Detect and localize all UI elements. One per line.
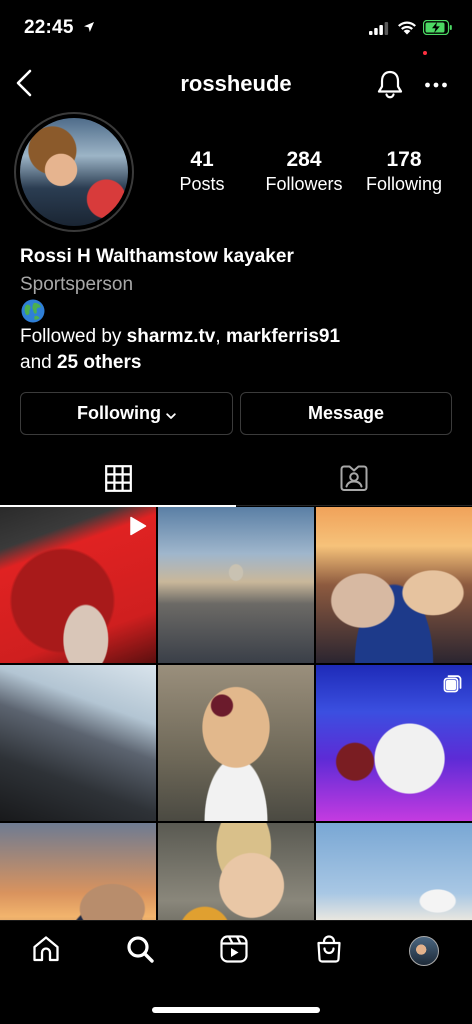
post-thumbnail[interactable] [158,823,314,920]
search-icon [125,934,155,969]
message-button-label: Message [307,403,385,423]
grid-icon [104,464,132,497]
profile-avatar[interactable] [20,118,128,226]
following-count: 178 [386,148,422,171]
profile-content-tabs [0,455,472,507]
battery-charging-icon [422,19,453,40]
followed-by-separator: , [215,326,226,347]
posts-label: Posts [179,174,225,194]
tab-tagged[interactable] [236,455,472,506]
followers-label: Followers [265,174,343,194]
shop-icon [314,934,344,969]
post-thumbnail[interactable] [158,507,314,663]
bell-icon[interactable] [374,68,406,105]
stat-posts[interactable]: 41 Posts [170,148,234,195]
top-nav-bar: rossheude [0,62,472,106]
followed-by-text[interactable]: Followed by sharmz.tv, markferris91 and 2… [20,324,460,376]
message-button[interactable]: Message [240,392,452,435]
post-thumbnail[interactable] [0,823,156,920]
mutual-follower-2[interactable]: markferris91 [226,326,340,347]
location-arrow-icon [83,20,95,38]
following-label: Following [365,174,443,194]
profile-category: Sportsperson [20,274,134,295]
stat-following[interactable]: 178 Following [358,148,450,195]
following-button-label: Following [77,403,161,423]
home-indicator [152,1007,320,1013]
status-bar: 22:45 [0,0,472,58]
tab-home[interactable] [30,935,62,967]
post-thumbnail[interactable] [0,507,156,663]
wifi-icon [397,20,417,40]
profile-display-name: Rossi H Walthamstow kayaker [20,246,294,267]
post-thumbnail[interactable] [316,823,472,920]
post-thumbnail[interactable] [316,507,472,663]
stat-followers[interactable]: 284 Followers [258,148,350,195]
post-thumbnail[interactable] [316,665,472,821]
followed-by-prefix: Followed by [20,326,127,347]
posts-count: 41 [190,148,214,171]
notification-dot [423,51,427,55]
status-time: 22:45 [24,17,74,38]
tab-reels[interactable] [218,934,250,969]
tab-posts-grid[interactable] [0,455,236,507]
home-icon [31,934,61,969]
mutual-follower-1[interactable]: sharmz.tv [127,326,216,347]
more-options-icon[interactable] [424,76,448,94]
post-thumbnail[interactable] [158,665,314,821]
play-icon [126,515,148,542]
tab-profile[interactable] [408,935,440,967]
profile-avatar-small [409,936,439,966]
tab-search[interactable] [124,935,156,967]
following-button[interactable]: Following [20,392,233,435]
cellular-signal-icon [369,22,389,40]
followed-by-and: and [20,352,57,373]
reels-icon [219,934,249,969]
followers-count: 284 [286,148,322,171]
post-thumbnail[interactable] [0,665,156,821]
chevron-down-icon [166,404,176,425]
carousel-icon [442,673,464,700]
mutual-followers-others[interactable]: 25 others [57,352,141,373]
posts-grid [0,507,472,920]
tagged-icon [340,464,368,497]
tab-shop[interactable] [313,934,345,969]
